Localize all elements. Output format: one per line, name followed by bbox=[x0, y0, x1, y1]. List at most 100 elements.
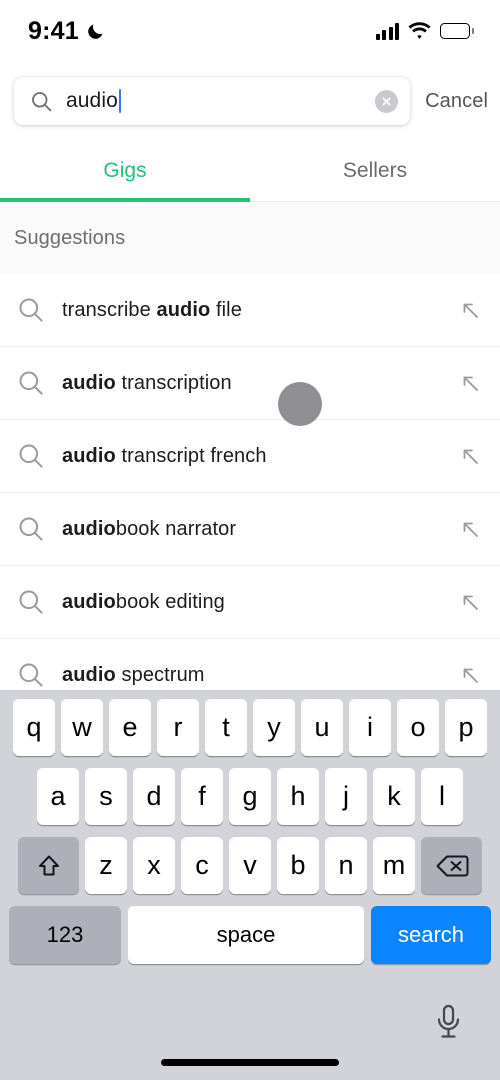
status-bar-right bbox=[375, 22, 474, 40]
suggestion-suffix: spectrum bbox=[115, 663, 205, 686]
arrow-up-left-icon[interactable] bbox=[460, 665, 480, 685]
search-tabs: Gigs Sellers bbox=[0, 140, 500, 202]
key-v[interactable]: v bbox=[229, 837, 271, 894]
search-icon bbox=[32, 91, 52, 111]
list-item[interactable]: audio spectrum bbox=[0, 639, 500, 690]
suggestion-text: audio spectrum bbox=[62, 664, 460, 687]
list-item[interactable]: audio transcript french bbox=[0, 420, 500, 493]
touch-indicator bbox=[278, 382, 322, 426]
key-k[interactable]: k bbox=[373, 768, 415, 825]
microphone-icon[interactable] bbox=[435, 1004, 462, 1040]
key-r[interactable]: r bbox=[157, 699, 199, 756]
suggestion-match: audio bbox=[156, 298, 211, 321]
search-header: audio Cancel bbox=[0, 62, 500, 140]
key-b[interactable]: b bbox=[277, 837, 319, 894]
shift-key[interactable] bbox=[18, 837, 79, 894]
key-x[interactable]: x bbox=[133, 837, 175, 894]
search-icon bbox=[19, 663, 43, 687]
key-j[interactable]: j bbox=[325, 768, 367, 825]
cancel-button[interactable]: Cancel bbox=[425, 90, 488, 113]
suggestion-text: audio transcript french bbox=[62, 445, 460, 468]
key-i[interactable]: i bbox=[349, 699, 391, 756]
search-key[interactable]: search bbox=[371, 906, 491, 964]
arrow-up-left-icon[interactable] bbox=[460, 373, 480, 393]
key-c[interactable]: c bbox=[181, 837, 223, 894]
space-key[interactable]: space bbox=[128, 906, 364, 964]
keyboard-row-4: 123 space search bbox=[0, 906, 500, 964]
search-icon bbox=[19, 298, 43, 322]
key-a[interactable]: a bbox=[37, 768, 79, 825]
tab-sellers[interactable]: Sellers bbox=[250, 140, 500, 201]
numbers-key[interactable]: 123 bbox=[9, 906, 121, 964]
suggestion-list: transcribe audio file audio transcriptio… bbox=[0, 274, 500, 690]
suggestion-suffix: transcription bbox=[115, 371, 232, 394]
status-bar: 9:41 bbox=[0, 0, 500, 62]
list-item[interactable]: audio transcription bbox=[0, 347, 500, 420]
key-e[interactable]: e bbox=[109, 699, 151, 756]
text-caret bbox=[118, 89, 122, 113]
status-time: 9:41 bbox=[28, 16, 79, 45]
suggestion-match: audio bbox=[62, 371, 116, 394]
arrow-up-left-icon[interactable] bbox=[460, 519, 480, 539]
search-icon bbox=[19, 444, 43, 468]
shift-icon bbox=[38, 855, 59, 875]
arrow-up-left-icon[interactable] bbox=[460, 446, 480, 466]
suggestion-suffix: book editing bbox=[115, 590, 225, 613]
signal-bars-icon bbox=[375, 22, 400, 40]
suggestion-suffix: book narrator bbox=[115, 517, 237, 540]
key-s[interactable]: s bbox=[85, 768, 127, 825]
search-icon bbox=[19, 517, 43, 541]
suggestion-match: audio bbox=[62, 444, 116, 467]
search-input-text-wrap: audio bbox=[66, 77, 375, 125]
suggestion-text: audiobook editing bbox=[62, 591, 460, 614]
search-icon bbox=[19, 371, 43, 395]
suggestion-match: audio bbox=[62, 517, 116, 540]
key-t[interactable]: t bbox=[205, 699, 247, 756]
suggestions-section-header: Suggestions bbox=[0, 202, 500, 274]
suggestion-match: audio bbox=[62, 590, 116, 613]
keyboard-row-1: q w e r t y u i o p bbox=[0, 699, 500, 756]
clear-circle-icon[interactable] bbox=[375, 89, 399, 113]
suggestion-suffix: file bbox=[210, 298, 242, 321]
status-bar-left: 9:41 bbox=[28, 17, 106, 46]
list-item[interactable]: audiobook editing bbox=[0, 566, 500, 639]
key-d[interactable]: d bbox=[133, 768, 175, 825]
key-p[interactable]: p bbox=[445, 699, 487, 756]
suggestions-label: Suggestions bbox=[14, 226, 126, 249]
phone-screen: 9:41 audio Cancel Gigs Sellers Suggestio… bbox=[0, 0, 500, 1080]
tab-gigs[interactable]: Gigs bbox=[0, 140, 250, 202]
wifi-icon bbox=[408, 22, 431, 39]
key-l[interactable]: l bbox=[421, 768, 463, 825]
key-w[interactable]: w bbox=[61, 699, 103, 756]
list-item[interactable]: transcribe audio file bbox=[0, 274, 500, 347]
key-o[interactable]: o bbox=[397, 699, 439, 756]
suggestion-text: transcribe audio file bbox=[62, 299, 460, 322]
key-z[interactable]: z bbox=[85, 837, 127, 894]
onscreen-keyboard: q w e r t y u i o p a s d f g h j k l z … bbox=[0, 690, 500, 1080]
key-g[interactable]: g bbox=[229, 768, 271, 825]
suggestion-text: audiobook narrator bbox=[62, 518, 460, 541]
suggestion-suffix: transcript french bbox=[115, 444, 267, 467]
search-icon bbox=[19, 590, 43, 614]
key-f[interactable]: f bbox=[181, 768, 223, 825]
home-indicator bbox=[161, 1059, 339, 1066]
backspace-key[interactable] bbox=[421, 837, 482, 894]
key-y[interactable]: y bbox=[253, 699, 295, 756]
key-u[interactable]: u bbox=[301, 699, 343, 756]
battery-full-icon bbox=[440, 23, 474, 39]
moon-icon bbox=[88, 24, 103, 39]
list-item[interactable]: audiobook narrator bbox=[0, 493, 500, 566]
key-q[interactable]: q bbox=[13, 699, 55, 756]
key-m[interactable]: m bbox=[373, 837, 415, 894]
suggestion-match: audio bbox=[62, 663, 116, 686]
suggestion-text: audio transcription bbox=[62, 372, 460, 395]
keyboard-row-3: z x c v b n m bbox=[0, 837, 500, 894]
search-input-value: audio bbox=[66, 89, 118, 112]
key-h[interactable]: h bbox=[277, 768, 319, 825]
suggestion-prefix: transcribe bbox=[62, 298, 157, 321]
arrow-up-left-icon[interactable] bbox=[460, 300, 480, 320]
keyboard-row-2: a s d f g h j k l bbox=[0, 768, 500, 825]
search-input[interactable]: audio bbox=[14, 77, 411, 125]
key-n[interactable]: n bbox=[325, 837, 367, 894]
arrow-up-left-icon[interactable] bbox=[460, 592, 480, 612]
